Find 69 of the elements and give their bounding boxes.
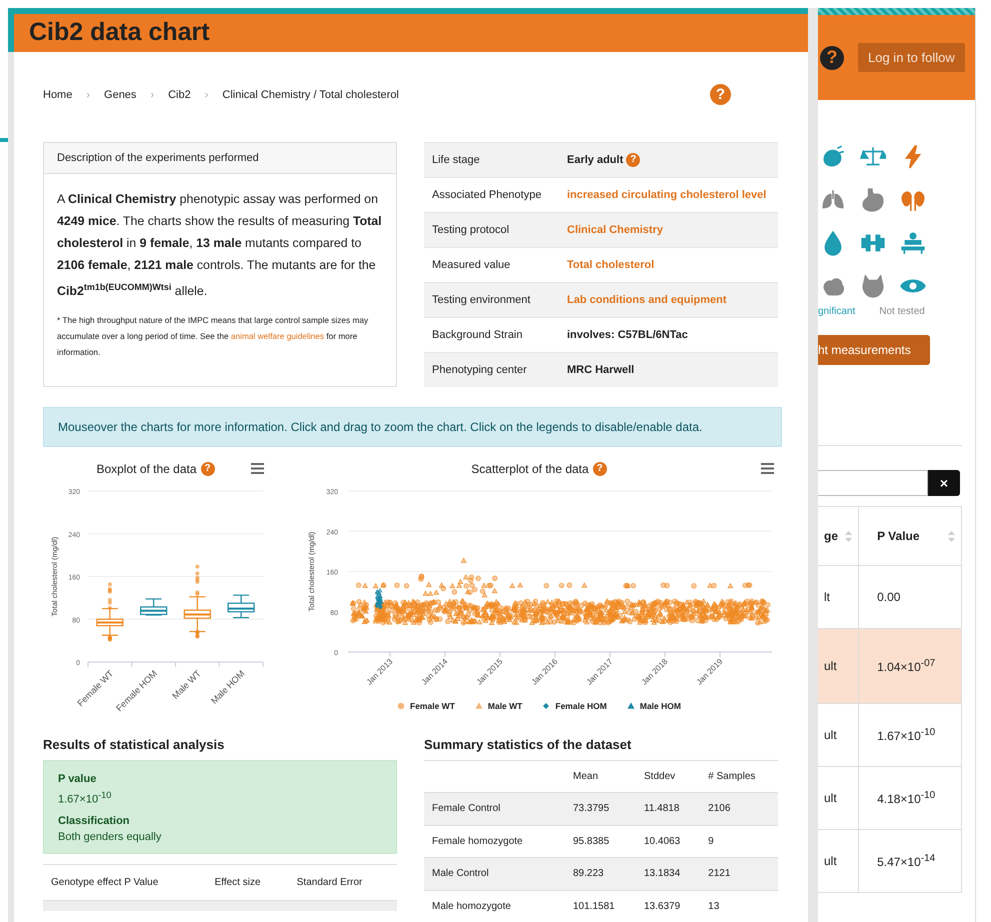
breadcrumb-separator: › bbox=[204, 88, 208, 100]
breadcrumb-link[interactable]: Genes bbox=[104, 88, 136, 100]
footnote: * The high throughput nature of the IMPC means that large control sample sizes may accumulate over a long period of time. See the animal welfare guidelines for more information. bbox=[57, 314, 370, 359]
result-label: P value bbox=[58, 772, 98, 786]
table-cell: 13 bbox=[700, 890, 778, 922]
breadcrumb-link[interactable]: Cib2 bbox=[168, 88, 191, 100]
table-cell: 1.67×10$^{-10}$ bbox=[858, 704, 962, 766]
description-text: A Clinical Chemistry phenotypic assay was performed on 4249 mice. The charts show the results of measuring Total cholesterol in 9 female, 13 male mutants compared to 2106 female, 2121 male controls. The mutants are for the Cib2$^{tm1b(EUCOMM)Wtsi}$ allele. bbox=[57, 190, 383, 300]
detail-value: MRC Harwell bbox=[567, 364, 634, 376]
table-cell: 5.47×10$^{-14}$ bbox=[858, 830, 962, 892]
table-cell: 4.18×10$^{-10}$ bbox=[858, 766, 962, 830]
menu-icon[interactable] bbox=[761, 462, 774, 474]
column-header[interactable]: P Value bbox=[858, 506, 962, 566]
legend-label: gnificant bbox=[818, 306, 856, 317]
legend-item[interactable]: Female HOM bbox=[542, 700, 607, 710]
figure-on-table-icon[interactable] bbox=[900, 230, 926, 256]
table-cell: ult bbox=[818, 628, 859, 704]
table-cell: Male homozygote bbox=[424, 890, 565, 922]
detail-label: Testing protocol bbox=[424, 212, 559, 247]
chart-title: Boxplot of the data bbox=[96, 462, 197, 476]
stomach-icon[interactable] bbox=[860, 187, 886, 213]
table-cell: 1.04×10$^{-07}$ bbox=[858, 628, 962, 704]
window-title: Cib2 data chart bbox=[29, 18, 210, 48]
help-icon[interactable]: ? bbox=[592, 462, 607, 476]
help-icon[interactable]: ? bbox=[820, 46, 844, 70]
table-cell: 2121 bbox=[700, 858, 778, 890]
table-cell: 101.1581 bbox=[565, 890, 636, 922]
table-cell: 13.1834 bbox=[636, 858, 700, 890]
table-cell: Female Control bbox=[424, 792, 565, 825]
breadcrumb-separator: › bbox=[86, 88, 90, 100]
detail-link[interactable]: increased circulating cholesterol level bbox=[567, 188, 766, 200]
table-cell: 89.223 bbox=[565, 858, 636, 890]
help-icon[interactable]: ? bbox=[626, 152, 640, 166]
clear-button[interactable]: × bbox=[928, 470, 960, 496]
legend-label: Not tested bbox=[879, 306, 925, 317]
menu-icon[interactable] bbox=[251, 462, 264, 474]
detail-link[interactable]: Clinical Chemistry bbox=[567, 224, 663, 236]
result-value: Both genders equally bbox=[58, 830, 162, 846]
legend-item[interactable]: Female WT bbox=[397, 700, 455, 710]
breadcrumb-link[interactable]: Home bbox=[43, 88, 72, 100]
legend-item[interactable]: Male WT bbox=[474, 700, 522, 710]
table-cell: 11.4818 bbox=[636, 792, 700, 825]
section-title: Results of statistical analysis bbox=[43, 736, 226, 752]
detail-value: involves: C57BL/6NTac bbox=[567, 328, 688, 340]
detail-label: Life stage bbox=[424, 142, 559, 177]
detail-label: Testing environment bbox=[424, 282, 559, 317]
head-icon[interactable] bbox=[860, 273, 886, 299]
table-cell: Male Control bbox=[424, 858, 565, 890]
detail-label: Phenotyping center bbox=[424, 352, 559, 386]
guidelines-link[interactable]: animal welfare guidelines bbox=[230, 330, 324, 341]
result-label: Classification bbox=[58, 814, 131, 830]
detail-link[interactable]: Total cholesterol bbox=[567, 258, 654, 270]
result-value: 1.67×10$^{-10}$ bbox=[58, 788, 112, 808]
info-alert: Mouseover the charts for more information. Click and drag to zoom the chart. Click on the legends to disable/enable data. bbox=[43, 406, 782, 446]
help-icon[interactable]: ? bbox=[710, 84, 731, 105]
breadcrumb-link[interactable]: Clinical Chemistry / Total cholesterol bbox=[222, 88, 399, 100]
measurements-button[interactable]: ht measurements bbox=[818, 335, 930, 365]
table-cell: 73.3795 bbox=[565, 792, 636, 825]
section-title: Summary statistics of the dataset bbox=[424, 736, 632, 752]
card-heading: Description of the experiments performed bbox=[44, 142, 396, 174]
breadcrumb-separator: › bbox=[150, 88, 154, 100]
search-field[interactable] bbox=[818, 470, 928, 496]
table-cell: 2106 bbox=[700, 792, 778, 825]
detail-value: Early adult bbox=[567, 153, 624, 166]
table-cell: 13.6379 bbox=[636, 890, 700, 922]
help-icon[interactable]: ? bbox=[200, 462, 215, 476]
login-button[interactable]: Log in to follow bbox=[858, 43, 965, 72]
legend-item[interactable]: Male HOM bbox=[626, 700, 681, 710]
chart-title: Scatterplot of the data bbox=[471, 462, 589, 476]
